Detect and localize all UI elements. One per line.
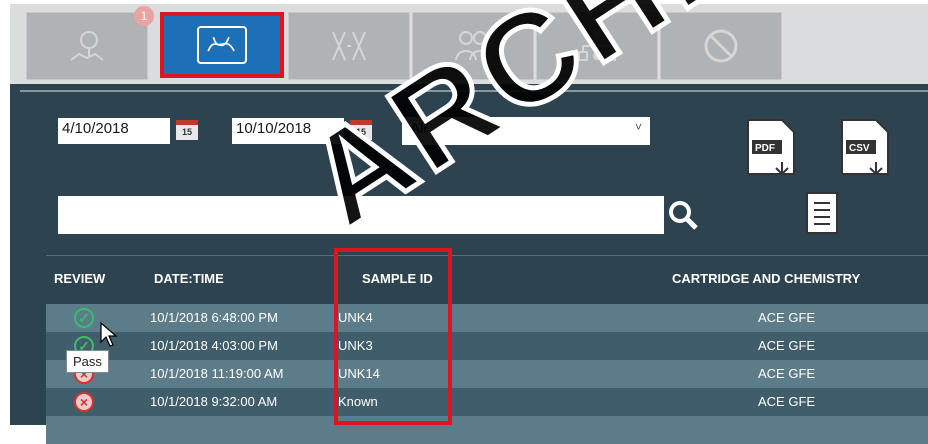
tab-dna-analysis[interactable] xyxy=(160,12,284,78)
chevron-down-icon: ˅ xyxy=(634,120,642,134)
search-icon[interactable] xyxy=(666,198,700,232)
tab-dna-compare[interactable] xyxy=(288,12,410,80)
map-pin-icon xyxy=(70,31,104,61)
start-calendar-icon[interactable]: 15 xyxy=(176,120,198,140)
filter-select[interactable]: All ˅ xyxy=(402,117,650,145)
checklist-icon[interactable] xyxy=(806,192,838,234)
table-row[interactable]: × 10/1/2018 9:32:00 AM Known ACE GFE xyxy=(46,388,928,416)
tab-map[interactable] xyxy=(26,12,148,80)
tab-people[interactable] xyxy=(412,12,534,80)
search-input[interactable] xyxy=(58,196,664,234)
row-chemistry: ACE GFE xyxy=(758,338,816,353)
pedigree-icon xyxy=(578,30,616,61)
row-date: 10/1/2018 11:19:00 AM xyxy=(150,366,284,381)
header-review[interactable]: REVIEW xyxy=(54,271,105,286)
table-divider xyxy=(46,255,928,256)
pass-check-icon: ✓ xyxy=(74,308,94,328)
header-date-time[interactable]: DATE:TIME xyxy=(154,271,224,286)
table-row[interactable]: × 10/1/2018 11:19:00 AM UNK14 ACE GFE xyxy=(46,360,928,388)
table-row[interactable] xyxy=(46,416,928,444)
tab-pedigree[interactable] xyxy=(536,12,658,80)
table-row[interactable]: ✓ 10/1/2018 4:03:00 PM UNK3 ACE GFE xyxy=(46,332,928,360)
export-pdf-button[interactable]: PDF xyxy=(742,116,802,182)
end-date-field[interactable]: 10/10/2018 xyxy=(232,118,344,144)
panel-divider xyxy=(20,90,928,92)
sample-id-highlight xyxy=(334,248,452,425)
row-chemistry: ACE GFE xyxy=(758,310,816,325)
table-header: REVIEW DATE:TIME SAMPLE ID CARTRIDGE AND… xyxy=(46,258,928,298)
table-row[interactable]: ✓ 10/1/2018 6:48:00 PM UNK4 ACE GFE xyxy=(46,304,928,332)
csv-label: CSV xyxy=(849,143,870,154)
row-chemistry: ACE GFE xyxy=(758,394,816,409)
row-chemistry: ACE GFE xyxy=(758,366,816,381)
row-date: 10/1/2018 6:48:00 PM xyxy=(150,310,278,325)
tab-prohibited[interactable] xyxy=(660,12,782,80)
status-tooltip: Pass xyxy=(66,350,109,373)
notification-badge: 1 xyxy=(134,6,154,26)
mouse-cursor-icon xyxy=(100,322,118,347)
pdf-label: PDF xyxy=(755,143,775,154)
row-date: 10/1/2018 4:03:00 PM xyxy=(150,338,278,353)
filter-select-value: All xyxy=(410,120,427,137)
start-date-field[interactable]: 4/10/2018 xyxy=(58,118,170,144)
end-calendar-icon[interactable]: 15 xyxy=(350,120,372,140)
row-date: 10/1/2018 9:32:00 AM xyxy=(150,394,278,409)
fail-x-icon: × xyxy=(74,392,94,412)
header-cartridge-chemistry[interactable]: CARTRIDGE AND CHEMISTRY xyxy=(672,271,860,286)
export-csv-button[interactable]: CSV xyxy=(836,116,896,182)
people-icon xyxy=(455,31,491,61)
prohibited-icon xyxy=(704,29,738,63)
dna-folder-icon xyxy=(197,26,247,64)
dna-compare-icon xyxy=(332,31,366,61)
